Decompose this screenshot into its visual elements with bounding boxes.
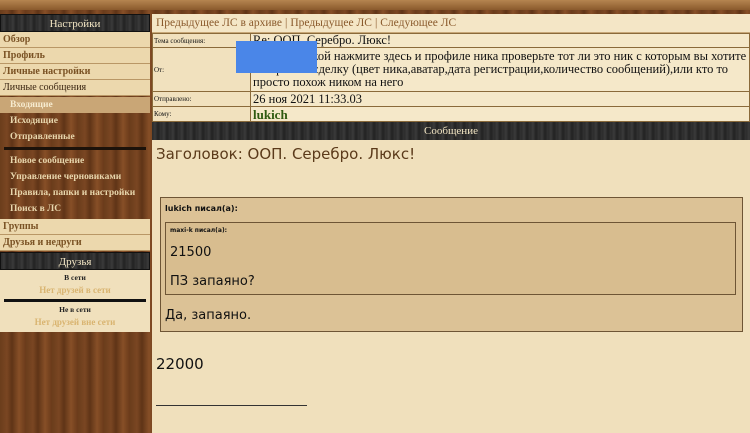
sidebar: Настройки Обзор Профиль Личные настройки… xyxy=(0,14,150,332)
menu-item-personal-settings[interactable]: Личные настройки xyxy=(0,64,150,80)
friends-header: Друзья xyxy=(0,252,150,270)
main-panel: Предыдущее ЛС в архиве | Предыдущее ЛС | Сле… xyxy=(152,14,750,433)
online-label: В сети xyxy=(64,273,86,282)
nested-quote-block: maxi-k писал(а): 21500 ПЗ запаяно? xyxy=(165,222,736,295)
nested-quote-line: 21500 xyxy=(170,245,212,260)
quote-block: lukich писал(а): maxi-k писал(а): 21500 … xyxy=(160,197,743,332)
settings-header: Настройки xyxy=(0,14,150,32)
submenu-divider xyxy=(4,147,146,150)
redaction-box xyxy=(236,41,317,73)
from-value[interactable]: Перед сделкой нажмите здесь и профиле ни… xyxy=(250,47,750,92)
sub-item-inbox[interactable]: Входящие xyxy=(0,97,150,113)
sub-item-new-message[interactable]: Новое сообщение xyxy=(0,153,150,169)
top-strip xyxy=(0,0,750,10)
nested-quote-line: ПЗ запаяно? xyxy=(170,274,255,289)
online-friends-value: Нет друзей в сети xyxy=(39,285,111,295)
signature-divider xyxy=(156,405,307,406)
friends-divider xyxy=(4,299,146,302)
prev-archived-pm-link[interactable]: Предыдущее ЛС в архиве xyxy=(156,17,282,29)
sub-item-pm-search[interactable]: Поиск в ЛС xyxy=(0,201,150,217)
sent-value: 26 ноя 2021 11:33.03 xyxy=(250,91,750,107)
sub-item-rules-folders[interactable]: Правила, папки и настройки xyxy=(0,185,150,201)
message-header: Сообщение xyxy=(152,122,750,140)
menu-item-profile[interactable]: Профиль xyxy=(0,48,150,64)
sent-label: Отправлено: xyxy=(152,91,251,107)
message-body: Заголовок: ООП. Серебро. Люкс! lukich пи… xyxy=(152,140,750,406)
to-label: Кому: xyxy=(152,106,251,122)
sub-item-sent[interactable]: Отправленные xyxy=(0,129,150,145)
offline-label: Не в сети xyxy=(59,305,91,314)
friends-panel: В сети Нет друзей в сети Не в сети Нет д… xyxy=(0,270,150,332)
nav-separator: | xyxy=(374,17,378,29)
recipient-username-link[interactable]: lukich xyxy=(250,106,750,122)
next-pm-link[interactable]: Следующее ЛС xyxy=(380,17,456,29)
pm-navigation: Предыдущее ЛС в архиве | Предыдущее ЛС | Сле… xyxy=(152,14,750,33)
quote-reply-text: Да, запаяно. xyxy=(165,308,252,323)
prev-pm-link[interactable]: Предыдущее ЛС xyxy=(290,17,372,29)
menu-item-friends-foes[interactable]: Друзья и недруги xyxy=(0,235,150,251)
sub-item-outbox[interactable]: Исходящие xyxy=(0,113,150,129)
menu-item-overview[interactable]: Обзор xyxy=(0,32,150,48)
offline-friends-value: Нет друзей вне сети xyxy=(34,317,116,327)
menu-item-private-messages[interactable]: Личные сообщения xyxy=(0,80,150,96)
nested-quote-author: maxi-k писал(а): xyxy=(170,227,228,234)
quote-author: lukich писал(а): xyxy=(165,204,238,213)
sub-item-drafts[interactable]: Управление черновиками xyxy=(0,169,150,185)
message-subject: Заголовок: ООП. Серебро. Люкс! xyxy=(156,145,416,163)
subject-value: Re: ООП. Серебро. Люкс! xyxy=(250,33,750,48)
menu-item-groups[interactable]: Группы xyxy=(0,219,150,235)
pm-submenu: Входящие Исходящие Отправленные Новое со… xyxy=(0,96,150,219)
nav-separator: | xyxy=(285,17,288,29)
message-text: 22000 xyxy=(156,355,204,373)
